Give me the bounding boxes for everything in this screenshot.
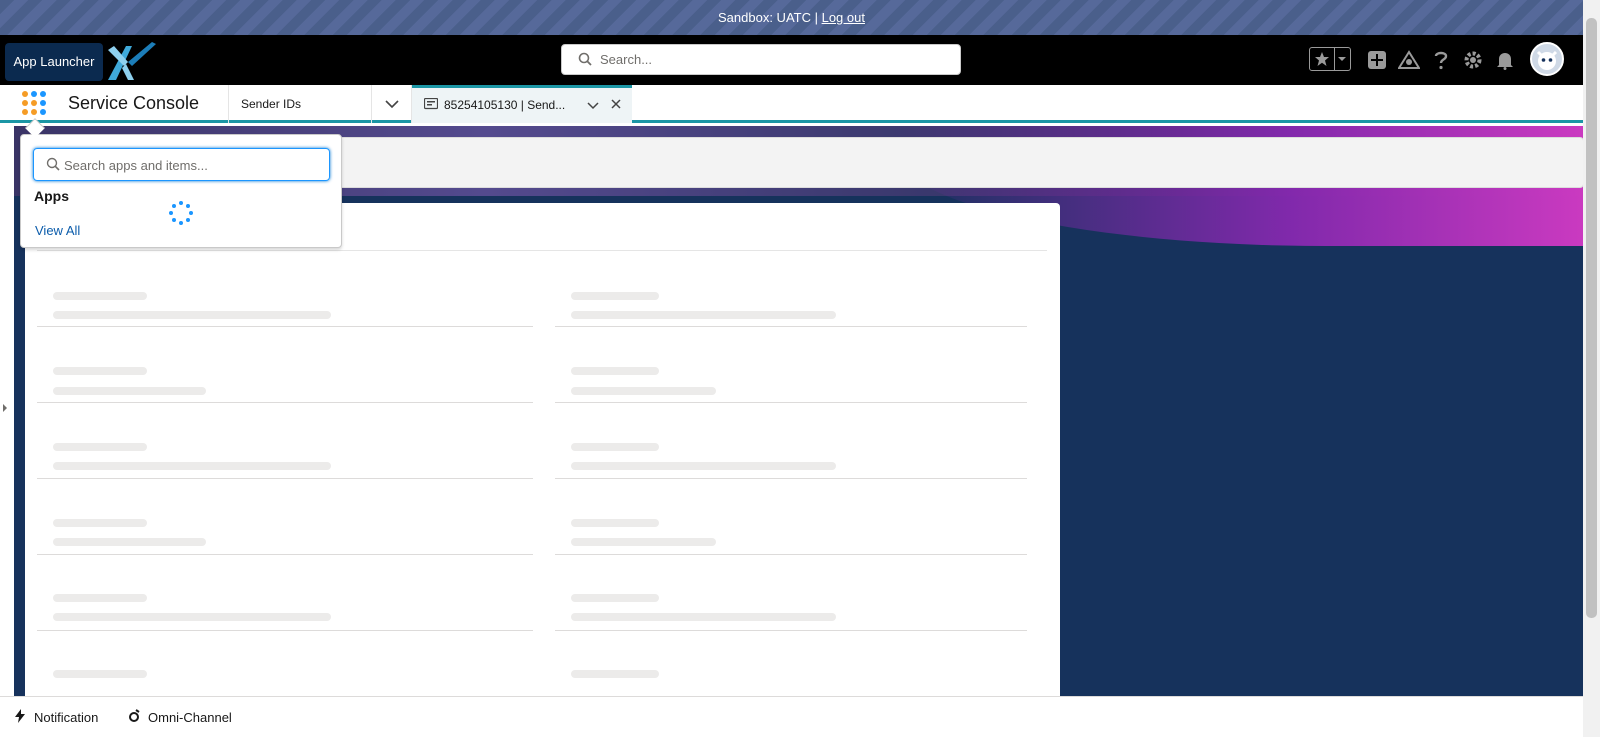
workspace-tab-label: 85254105130 | Send... <box>444 98 566 112</box>
skeleton-field-row <box>37 327 533 403</box>
app-launcher-tooltip: App Launcher <box>5 43 103 81</box>
apps-heading: Apps <box>34 188 69 204</box>
skeleton-field-row <box>37 631 533 696</box>
utility-item-omni-channel[interactable]: Omni-Channel <box>128 709 232 726</box>
skeleton-field-row <box>37 251 533 327</box>
skeleton-field-row <box>555 631 1027 696</box>
logout-link[interactable]: Log out <box>822 10 865 25</box>
record-detail-card <box>25 203 1060 696</box>
app-name: Service Console <box>68 93 200 113</box>
left-panel-toggle[interactable] <box>0 126 14 696</box>
search-icon <box>578 52 592 71</box>
global-search-input[interactable]: Search... <box>561 44 961 75</box>
app-launcher-waffle-icon[interactable] <box>22 91 46 115</box>
launcher-search-field[interactable] <box>33 148 330 181</box>
lightning-icon <box>14 709 26 726</box>
search-icon <box>46 157 60 176</box>
tab-sender-ids[interactable]: Sender IDs <box>228 85 372 123</box>
favorites-star-icon[interactable] <box>1310 48 1335 70</box>
skeleton-field-row <box>555 403 1027 479</box>
user-avatar[interactable] <box>1530 42 1564 76</box>
skeleton-field-row <box>555 479 1027 555</box>
global-header: App Launcher Search... <box>0 35 1583 85</box>
global-search-placeholder: Search... <box>600 52 653 67</box>
skeleton-field-row <box>555 327 1027 403</box>
global-actions-plus-icon[interactable] <box>1364 47 1390 73</box>
favorites-dropdown-icon[interactable] <box>1335 48 1350 70</box>
scrollbar-thumb[interactable] <box>1586 18 1597 618</box>
trailhead-icon[interactable] <box>1396 47 1422 73</box>
view-all-link[interactable]: View All <box>35 223 80 238</box>
skeleton-field-row <box>555 251 1027 327</box>
favorites-group <box>1309 47 1351 71</box>
utility-item-notification[interactable]: Notification <box>14 709 98 726</box>
workspace-tab-chevron-down-icon[interactable] <box>587 98 599 116</box>
skeleton-field-row <box>37 555 533 631</box>
app-launcher-popover: Apps View All <box>20 134 342 248</box>
omni-channel-icon <box>128 709 140 726</box>
loading-spinner-icon <box>169 201 193 225</box>
help-icon[interactable] <box>1428 47 1454 73</box>
skeleton-field-row <box>555 555 1027 631</box>
setup-gear-icon[interactable] <box>1460 47 1486 73</box>
utility-bar: Notification Omni-Channel <box>0 696 1583 737</box>
utility-item-label: Omni-Channel <box>148 710 232 725</box>
page-scrollbar[interactable] <box>1583 0 1600 737</box>
launcher-search-input[interactable] <box>64 155 319 175</box>
sandbox-label: Sandbox: UATC | <box>718 10 822 25</box>
nav-menu-chevron-down-icon[interactable] <box>372 85 412 123</box>
record-card-icon <box>423 97 439 116</box>
workspace-tab-close-icon[interactable] <box>610 97 622 115</box>
sandbox-banner: Sandbox: UATC | Log out <box>0 0 1583 35</box>
expand-arrow-icon <box>3 404 7 412</box>
skeleton-field-row <box>37 403 533 479</box>
tab-sender-ids-label: Sender IDs <box>241 97 302 111</box>
org-logo <box>104 40 158 82</box>
workspace-tab-sender-id-record[interactable]: 85254105130 | Send... <box>412 85 632 123</box>
notifications-bell-icon[interactable] <box>1492 47 1518 73</box>
skeleton-field-row <box>37 479 533 555</box>
app-nav-bar: Service Console Sender IDs 85254105130 |… <box>0 85 1583 123</box>
utility-item-label: Notification <box>34 710 99 725</box>
